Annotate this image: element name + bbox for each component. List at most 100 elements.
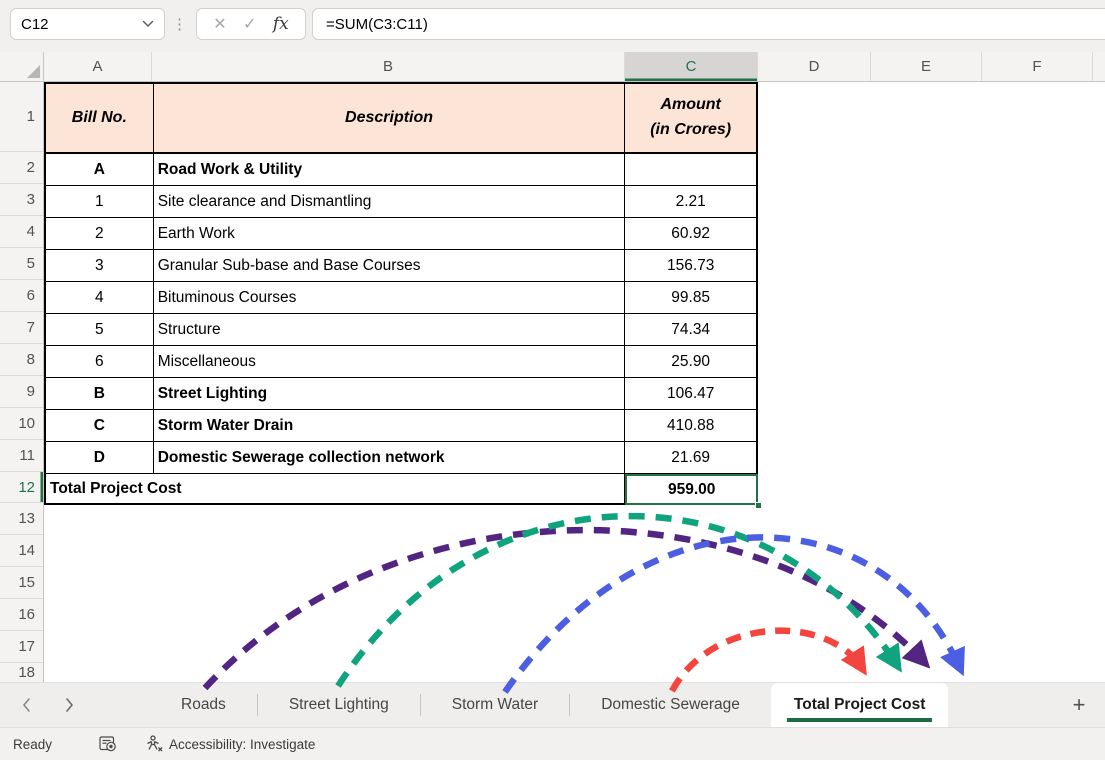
description-cell[interactable]: Road Work & Utility <box>154 154 626 186</box>
row-header-6[interactable]: 6 <box>0 280 43 312</box>
row-header-2[interactable]: 2 <box>0 152 43 184</box>
row-header-9[interactable]: 9 <box>0 376 43 408</box>
formula-input[interactable]: =SUM(C3:C11) <box>312 8 1105 40</box>
row-header-17[interactable]: 17 <box>0 631 43 663</box>
header-amount-line2: (in Crores) <box>650 118 731 143</box>
column-header-e[interactable]: E <box>871 52 982 81</box>
table-header-row: Bill No. Description Amount (in Crores) <box>46 84 758 154</box>
bill-cell[interactable]: 2 <box>46 218 154 250</box>
bill-cell[interactable]: 6 <box>46 346 154 378</box>
header-amount-cell[interactable]: Amount (in Crores) <box>625 84 758 154</box>
name-box[interactable]: C12 <box>10 8 165 40</box>
add-sheet-button[interactable]: + <box>1053 683 1105 727</box>
bill-cell[interactable]: B <box>46 378 154 410</box>
name-box-value: C12 <box>21 16 49 33</box>
prev-sheet-button[interactable] <box>8 683 44 727</box>
insert-function-icon[interactable]: fx <box>273 14 289 34</box>
chevron-down-icon[interactable] <box>142 20 154 28</box>
row-header-15[interactable]: 15 <box>0 567 43 599</box>
amount-cell[interactable]: 25.90 <box>625 346 758 378</box>
bill-cell[interactable]: 4 <box>46 282 154 314</box>
sheet-tab-roads[interactable]: Roads <box>150 683 257 727</box>
amount-cell[interactable]: 60.92 <box>625 218 758 250</box>
column-header-a[interactable]: A <box>44 52 152 81</box>
more-options-icon[interactable]: ⋮ <box>172 8 187 40</box>
bill-cell[interactable]: 1 <box>46 186 154 218</box>
table-row: B Street Lighting 106.47 <box>46 378 758 410</box>
table-row: A Road Work & Utility <box>46 154 758 186</box>
column-header-c[interactable]: C <box>625 52 758 81</box>
row-header-3[interactable]: 3 <box>0 184 43 216</box>
description-cell[interactable]: Storm Water Drain <box>154 410 626 442</box>
amount-cell[interactable]: 2.21 <box>625 186 758 218</box>
accessibility-status-label: Accessibility: Investigate <box>169 737 315 752</box>
row-headers: 1 2 3 4 5 6 7 8 9 10 11 12 13 14 15 16 1… <box>0 82 44 682</box>
sheet-tab-total-project-cost[interactable]: Total Project Cost <box>771 683 948 727</box>
enter-icon[interactable]: ✓ <box>243 14 256 34</box>
row-header-8[interactable]: 8 <box>0 344 43 376</box>
amount-cell[interactable]: 99.85 <box>625 282 758 314</box>
row-header-11[interactable]: 11 <box>0 440 43 472</box>
row-header-18[interactable]: 18 <box>0 663 43 682</box>
total-row: Total Project Cost 959.00 <box>46 474 758 505</box>
accessibility-status[interactable]: Accessibility: Investigate <box>145 735 315 753</box>
description-cell[interactable]: Granular Sub-base and Base Courses <box>154 250 626 282</box>
description-cell[interactable]: Earth Work <box>154 218 626 250</box>
select-all-triangle-icon <box>27 65 40 78</box>
column-header-partial[interactable] <box>1093 52 1105 81</box>
amount-cell[interactable] <box>625 154 758 186</box>
row-header-16[interactable]: 16 <box>0 599 43 631</box>
header-description-cell[interactable]: Description <box>154 84 626 154</box>
amount-cell[interactable]: 106.47 <box>625 378 758 410</box>
bill-cell[interactable]: D <box>46 442 154 474</box>
table-row: 5 Structure 74.34 <box>46 314 758 346</box>
column-headers: A B C D E F <box>0 52 1105 82</box>
select-all-corner[interactable] <box>0 52 44 81</box>
description-cell[interactable]: Structure <box>154 314 626 346</box>
description-cell[interactable]: Site clearance and Dismantling <box>154 186 626 218</box>
header-bill-no-cell[interactable]: Bill No. <box>46 84 154 154</box>
row-header-1[interactable]: 1 <box>0 82 43 152</box>
table-row: 2 Earth Work 60.92 <box>46 218 758 250</box>
row-header-14[interactable]: 14 <box>0 535 43 567</box>
row-header-7[interactable]: 7 <box>0 312 43 344</box>
amount-cell[interactable]: 156.73 <box>625 250 758 282</box>
sheet-tab-domestic-sewerage[interactable]: Domestic Sewerage <box>570 683 771 727</box>
arrow-storm-water-to-total <box>505 537 960 692</box>
table-row: 4 Bituminous Courses 99.85 <box>46 282 758 314</box>
bill-cell[interactable]: A <box>46 154 154 186</box>
row-header-13[interactable]: 13 <box>0 503 43 535</box>
amount-cell[interactable]: 21.69 <box>625 442 758 474</box>
macro-record-icon[interactable] <box>99 736 118 753</box>
bill-cell[interactable]: 3 <box>46 250 154 282</box>
table-row: 1 Site clearance and Dismantling 2.21 <box>46 186 758 218</box>
bill-cell[interactable]: 5 <box>46 314 154 346</box>
description-cell[interactable]: Domestic Sewerage collection network <box>154 442 626 474</box>
column-header-b[interactable]: B <box>152 52 625 81</box>
cancel-icon[interactable]: ✕ <box>213 14 226 34</box>
sheet-tab-street-lighting[interactable]: Street Lighting <box>258 683 420 727</box>
row-header-10[interactable]: 10 <box>0 408 43 440</box>
description-cell[interactable]: Miscellaneous <box>154 346 626 378</box>
description-cell[interactable]: Bituminous Courses <box>154 282 626 314</box>
row-header-5[interactable]: 5 <box>0 248 43 280</box>
sheet-tabs: Roads Street Lighting Storm Water Domest… <box>150 683 948 727</box>
sheet-tab-storm-water[interactable]: Storm Water <box>421 683 569 727</box>
column-header-d[interactable]: D <box>758 52 871 81</box>
column-header-f[interactable]: F <box>982 52 1093 81</box>
selected-cell-c12[interactable]: 959.00 <box>625 474 758 505</box>
row-header-4[interactable]: 4 <box>0 216 43 248</box>
bill-cell[interactable]: C <box>46 410 154 442</box>
amount-cell[interactable]: 410.88 <box>625 410 758 442</box>
formula-topbar: C12 ⋮ ✕ ✓ fx =SUM(C3:C11) <box>0 0 1105 52</box>
header-amount-line1: Amount <box>660 93 720 118</box>
next-sheet-button[interactable] <box>52 683 88 727</box>
arrow-street-lighting-to-total <box>338 516 897 686</box>
fill-handle[interactable] <box>755 502 762 509</box>
total-label-cell[interactable]: Total Project Cost <box>46 474 625 505</box>
arrow-roads-to-total <box>205 530 924 688</box>
excel-window: C12 ⋮ ✕ ✓ fx =SUM(C3:C11) A B C D E F 1 … <box>0 0 1105 760</box>
row-header-12[interactable]: 12 <box>0 472 43 503</box>
amount-cell[interactable]: 74.34 <box>625 314 758 346</box>
description-cell[interactable]: Street Lighting <box>154 378 626 410</box>
